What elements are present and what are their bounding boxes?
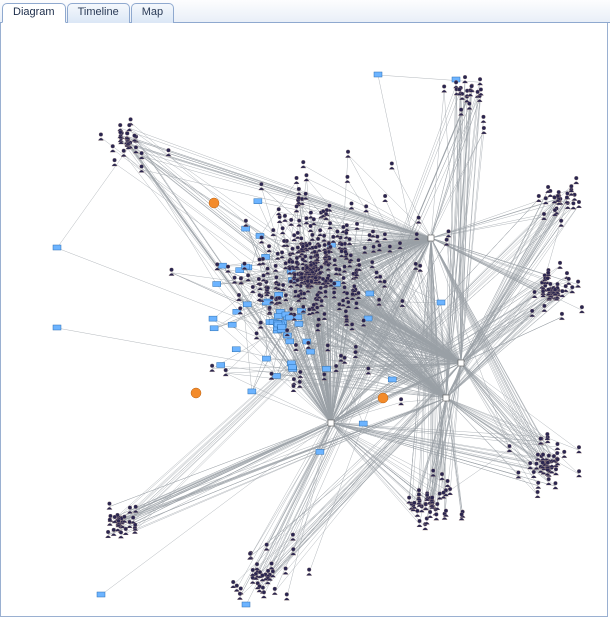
person-node[interactable] (406, 496, 412, 504)
person-node[interactable] (245, 273, 251, 281)
person-node[interactable] (121, 149, 127, 157)
person-node[interactable] (536, 194, 542, 202)
person-node[interactable] (288, 218, 294, 226)
attribute-node[interactable] (274, 314, 282, 319)
person-node[interactable] (243, 219, 249, 227)
hub-node[interactable] (428, 235, 434, 241)
person-node[interactable] (481, 115, 487, 123)
diagram-viewport[interactable] (0, 23, 608, 617)
person-node[interactable] (304, 173, 310, 181)
person-node[interactable] (576, 200, 582, 208)
attribute-node[interactable] (359, 421, 367, 426)
person-node[interactable] (555, 442, 561, 450)
attribute-node[interactable] (232, 347, 240, 352)
app-window: Diagram Timeline Map (0, 0, 610, 616)
attribute-node[interactable] (254, 199, 262, 204)
attribute-node[interactable] (243, 302, 251, 307)
attribute-node[interactable] (307, 349, 315, 354)
person-node[interactable] (558, 219, 564, 227)
attribute-node[interactable] (213, 282, 221, 287)
person-node[interactable] (363, 204, 369, 212)
person-node[interactable] (546, 477, 552, 485)
attribute-node[interactable] (322, 366, 330, 371)
attribute-node[interactable] (316, 449, 324, 454)
network-graph[interactable] (1, 23, 607, 615)
person-node[interactable] (382, 194, 388, 202)
attribute-node[interactable] (228, 322, 236, 327)
person-node[interactable] (481, 126, 487, 134)
person-node[interactable] (283, 566, 289, 574)
person-node[interactable] (272, 587, 278, 595)
hub-node[interactable] (328, 420, 334, 426)
highlight-node[interactable] (191, 388, 201, 398)
attribute-node[interactable] (209, 316, 217, 321)
person-node[interactable] (345, 150, 351, 158)
person-node[interactable] (573, 176, 579, 184)
person-node[interactable] (349, 201, 355, 209)
person-node[interactable] (345, 175, 351, 183)
person-node[interactable] (223, 368, 229, 376)
attribute-node[interactable] (366, 291, 374, 296)
person-node[interactable] (569, 285, 575, 293)
tab-timeline[interactable]: Timeline (67, 3, 130, 23)
attribute-node[interactable] (219, 263, 227, 268)
person-node[interactable] (398, 397, 404, 405)
person-node[interactable] (254, 562, 260, 570)
attribute-node[interactable] (210, 326, 218, 331)
attribute-node[interactable] (272, 373, 280, 378)
attribute-node[interactable] (97, 592, 105, 597)
person-node[interactable] (531, 470, 537, 478)
person-node[interactable] (277, 215, 283, 223)
person-node[interactable] (415, 509, 421, 517)
attribute-node[interactable] (242, 602, 250, 607)
highlight-node[interactable] (209, 198, 219, 208)
person-node[interactable] (169, 268, 175, 276)
person-node[interactable] (441, 84, 447, 92)
person-node[interactable] (112, 158, 118, 166)
tab-bar: Diagram Timeline Map (0, 0, 610, 23)
person-node[interactable] (296, 187, 302, 195)
highlight-node[interactable] (378, 393, 388, 403)
attribute-node[interactable] (53, 245, 61, 250)
person-node[interactable] (553, 481, 559, 489)
person-node[interactable] (575, 280, 581, 288)
person-node[interactable] (284, 592, 290, 600)
person-node[interactable] (280, 226, 286, 234)
attribute-node[interactable] (288, 365, 296, 370)
attribute-node[interactable] (278, 324, 286, 329)
person-node[interactable] (477, 77, 483, 85)
hub-node[interactable] (458, 360, 464, 366)
tab-map[interactable]: Map (131, 3, 174, 23)
person-node[interactable] (389, 161, 395, 169)
person-node[interactable] (467, 102, 473, 110)
person-node[interactable] (462, 75, 468, 83)
attribute-node[interactable] (286, 339, 294, 344)
attribute-node[interactable] (248, 389, 256, 394)
person-node[interactable] (294, 176, 300, 184)
attribute-node[interactable] (217, 363, 225, 368)
attribute-node[interactable] (374, 72, 382, 77)
attribute-node[interactable] (53, 325, 61, 330)
person-node[interactable] (557, 261, 563, 269)
person-node[interactable] (306, 568, 312, 576)
person-node[interactable] (98, 133, 104, 141)
attribute-node[interactable] (388, 377, 396, 382)
person-node[interactable] (117, 123, 123, 131)
attribute-node[interactable] (437, 300, 445, 305)
person-node[interactable] (553, 467, 559, 475)
person-node[interactable] (559, 312, 565, 320)
attribute-node[interactable] (262, 356, 270, 361)
person-node[interactable] (282, 214, 288, 222)
person-node[interactable] (300, 160, 306, 168)
tab-diagram[interactable]: Diagram (2, 3, 66, 23)
attribute-node[interactable] (295, 321, 303, 326)
hub-node[interactable] (443, 395, 449, 401)
person-node[interactable] (541, 212, 547, 220)
